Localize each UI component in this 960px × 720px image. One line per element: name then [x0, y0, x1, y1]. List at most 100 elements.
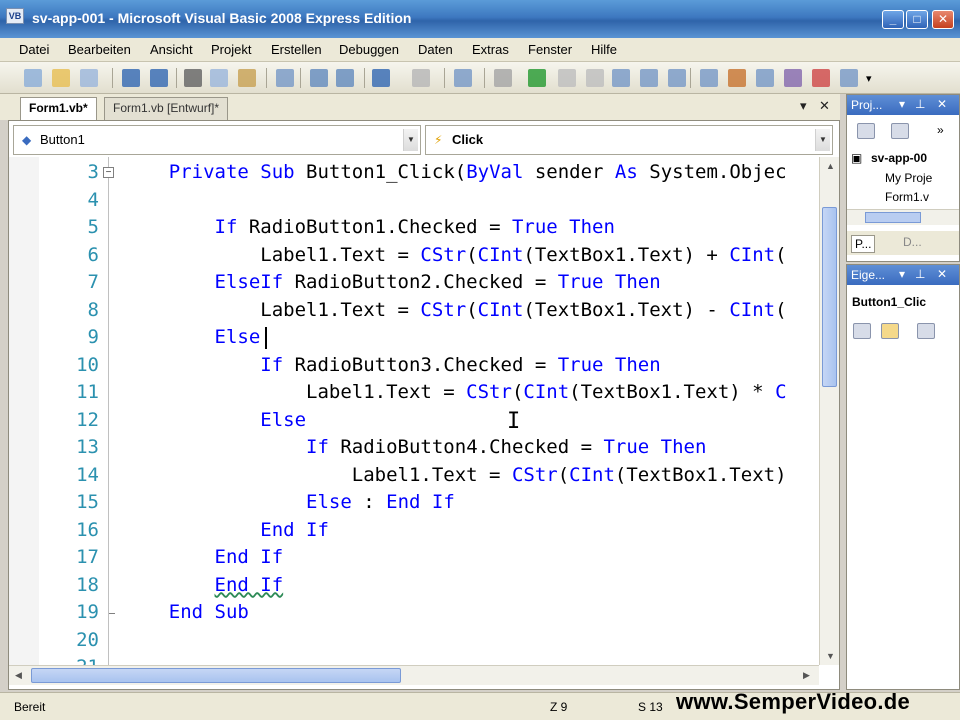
panel-dropdown-icon[interactable]: ▾ — [899, 267, 905, 281]
refresh-icon[interactable] — [891, 123, 909, 139]
property-pages-icon[interactable] — [917, 323, 935, 339]
code-line[interactable]: If RadioButton4.Checked = True Then — [123, 434, 706, 461]
code-line[interactable]: Else — [123, 407, 306, 434]
scroll-right-icon[interactable]: ▶ — [803, 670, 810, 681]
menu-bearbeiten[interactable]: Bearbeiten — [68, 42, 131, 57]
build-icon[interactable] — [494, 69, 512, 87]
tab-data-sources[interactable]: D... — [903, 235, 922, 249]
menu-hilfe[interactable]: Hilfe — [591, 42, 617, 57]
immediate-icon[interactable] — [840, 69, 858, 87]
paste-icon[interactable] — [238, 69, 256, 87]
code-line[interactable]: Else : End If — [123, 489, 455, 516]
solution-explorer-icon[interactable] — [700, 69, 718, 87]
code-line[interactable]: Label1.Text = CStr(CInt(TextBox1.Text) *… — [123, 379, 787, 406]
toolbox-icon[interactable] — [784, 69, 802, 87]
pin-icon[interactable]: ⊥ — [915, 97, 925, 111]
code-line[interactable]: Label1.Text = CStr(CInt(TextBox1.Text) — [123, 462, 787, 489]
toolbar-separator — [484, 68, 485, 88]
code-line[interactable]: If RadioButton3.Checked = True Then — [123, 352, 660, 379]
code-line[interactable]: ElseIf RadioButton2.Checked = True Then — [123, 269, 661, 296]
menu-daten[interactable]: Daten — [418, 42, 453, 57]
vb-app-icon[interactable]: VB — [6, 8, 24, 24]
tab-solution-explorer[interactable]: P... — [851, 235, 876, 253]
horizontal-scroll-thumb[interactable] — [31, 668, 401, 683]
add-project-icon[interactable] — [24, 69, 42, 87]
code-token: (TextBox1.Text) + — [523, 243, 730, 266]
horizontal-scrollbar[interactable]: ◀ ▶ — [9, 665, 819, 685]
form1-node[interactable]: Form1.v — [885, 190, 929, 204]
chevron-down-icon[interactable]: ▼ — [403, 129, 418, 151]
alphabetical-icon[interactable] — [881, 323, 899, 339]
code-line[interactable]: Label1.Text = CStr(CInt(TextBox1.Text) +… — [123, 242, 786, 269]
code-line[interactable]: End Sub — [123, 599, 249, 626]
scroll-up-icon[interactable]: ▲ — [826, 161, 835, 171]
code-line[interactable]: Label1.Text = CStr(CInt(TextBox1.Text) -… — [123, 297, 786, 324]
code-text-area[interactable]: 3 Private Sub Button1_Click(ByVal sender… — [9, 157, 819, 665]
step-into-icon[interactable] — [612, 69, 630, 87]
object-browser-icon[interactable] — [756, 69, 774, 87]
scroll-down-icon[interactable]: ▼ — [826, 651, 835, 661]
copy-icon[interactable] — [210, 69, 228, 87]
show-all-files-icon[interactable] — [857, 123, 875, 139]
redo-icon[interactable] — [412, 69, 430, 87]
tab-list-dropdown[interactable]: ▾ — [800, 98, 807, 114]
properties-object-selector[interactable]: Button1_Clic — [852, 295, 926, 309]
cut-icon[interactable] — [184, 69, 202, 87]
code-line[interactable]: Else — [123, 324, 261, 351]
method-name-combo[interactable]: ⚡ Click ▼ — [425, 125, 833, 155]
open-file-icon[interactable] — [52, 69, 70, 87]
maximize-button[interactable]: □ — [906, 10, 928, 29]
step-out-icon[interactable] — [668, 69, 686, 87]
minimize-button[interactable]: _ — [882, 10, 904, 29]
vertical-scroll-thumb[interactable] — [822, 207, 837, 387]
indicator-margin[interactable] — [9, 157, 39, 665]
stop-icon[interactable] — [586, 69, 604, 87]
panel-close-icon[interactable]: ✕ — [937, 267, 947, 281]
code-line[interactable]: End If — [123, 517, 329, 544]
save-icon[interactable] — [122, 69, 140, 87]
categorized-icon[interactable] — [853, 323, 871, 339]
uncomment-icon[interactable] — [336, 69, 354, 87]
menu-projekt[interactable]: Projekt — [211, 42, 251, 57]
class-name-combo[interactable]: ◆ Button1 ▼ — [13, 125, 421, 155]
navigate-icon[interactable] — [454, 69, 472, 87]
toolbar-overflow-icon[interactable]: ▾ — [866, 72, 872, 85]
close-button[interactable]: ✕ — [932, 10, 954, 29]
panel-dropdown-icon[interactable]: ▾ — [899, 97, 905, 111]
chevron-down-icon[interactable]: ▼ — [815, 129, 830, 151]
close-document-icon[interactable]: ✕ — [819, 98, 830, 114]
menu-datei[interactable]: Datei — [19, 42, 49, 57]
menu-fenster[interactable]: Fenster — [528, 42, 572, 57]
pin-icon[interactable]: ⊥ — [915, 267, 925, 281]
menu-debuggen[interactable]: Debuggen — [339, 42, 399, 57]
code-line[interactable]: End If — [123, 544, 284, 571]
scroll-left-icon[interactable]: ◀ — [15, 670, 22, 681]
step-over-icon[interactable] — [640, 69, 658, 87]
panel-close-icon[interactable]: ✕ — [937, 97, 947, 111]
find-icon[interactable] — [276, 69, 294, 87]
code-line[interactable]: End If — [123, 572, 284, 599]
overflow-chevron-icon[interactable]: » — [937, 123, 944, 137]
code-line[interactable]: If RadioButton1.Checked = True Then — [123, 214, 615, 241]
solution-hscrollbar[interactable] — [847, 209, 959, 225]
undo-icon[interactable] — [372, 69, 390, 87]
code-line[interactable]: Private Sub Button1_Click(ByVal sender A… — [123, 159, 787, 186]
menu-ansicht[interactable]: Ansicht — [150, 42, 193, 57]
add-item-icon[interactable] — [80, 69, 98, 87]
error-list-icon[interactable] — [812, 69, 830, 87]
ibeam-cursor-icon: I — [507, 408, 521, 434]
save-all-icon[interactable] — [150, 69, 168, 87]
comment-icon[interactable] — [310, 69, 328, 87]
my-project-node[interactable]: My Proje — [885, 171, 932, 185]
tab-form1-designer[interactable]: Form1.vb [Entwurf]* — [104, 97, 229, 120]
solution-scroll-thumb[interactable] — [865, 212, 921, 223]
menu-erstellen[interactable]: Erstellen — [271, 42, 322, 57]
menu-extras[interactable]: Extras — [472, 42, 509, 57]
project-node[interactable]: sv-app-00 — [871, 151, 927, 165]
pause-icon[interactable] — [558, 69, 576, 87]
start-debug-icon[interactable] — [528, 69, 546, 87]
tab-form1-code[interactable]: Form1.vb* — [20, 97, 97, 120]
collapse-region-icon[interactable]: − — [103, 167, 114, 178]
properties-icon[interactable] — [728, 69, 746, 87]
vertical-scrollbar[interactable]: ▲ ▼ — [819, 157, 839, 665]
